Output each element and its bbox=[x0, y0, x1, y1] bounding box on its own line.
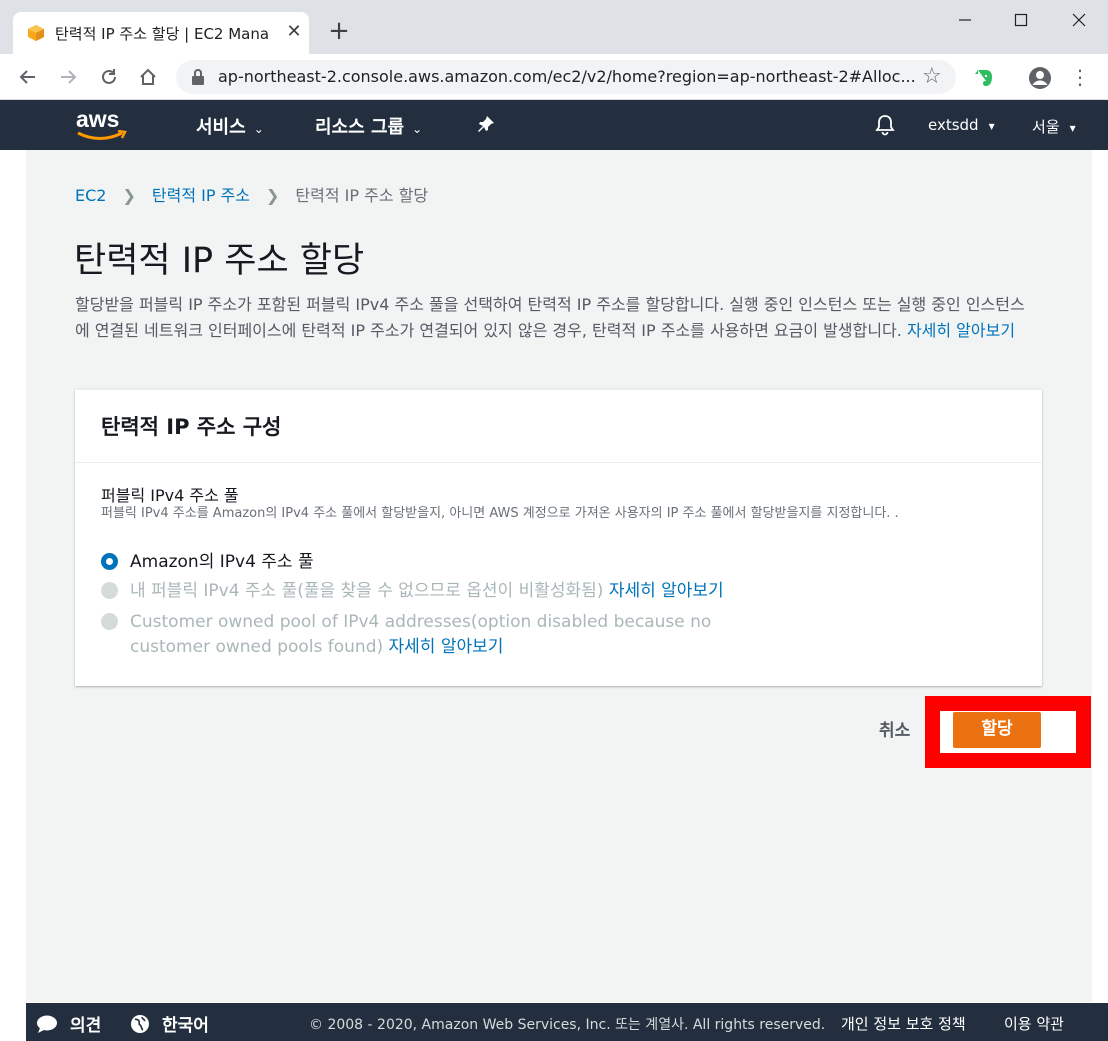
learn-more-link[interactable]: 자세히 알아보기 bbox=[609, 581, 724, 601]
services-menu[interactable]: 서비스 ⌄ bbox=[196, 113, 264, 139]
copyright-text: © 2008 - 2020, Amazon Web Services, Inc.… bbox=[309, 1017, 826, 1033]
address-bar[interactable]: ap-northeast-2.console.aws.amazon.com/ec… bbox=[176, 60, 956, 94]
region-menu[interactable]: 서울 ▾ bbox=[1032, 116, 1076, 137]
learn-more-link[interactable]: 자세히 알아보기 bbox=[389, 637, 504, 657]
pin-icon[interactable] bbox=[477, 115, 495, 133]
chevron-down-icon: ▾ bbox=[988, 119, 995, 133]
minimize-icon[interactable] bbox=[942, 6, 988, 34]
chevron-down-icon: ⌄ bbox=[253, 122, 264, 136]
profile-avatar-icon[interactable] bbox=[1028, 66, 1052, 90]
breadcrumb: EC2 ❯ 탄력적 IP 주소 ❯ 탄력적 IP 주소 할당 bbox=[75, 182, 428, 206]
allocate-button[interactable]: 할당 bbox=[953, 712, 1041, 748]
resource-groups-menu[interactable]: 리소스 그룹 ⌄ bbox=[315, 113, 422, 139]
description-text: 할당받을 퍼블릭 IP 주소가 포함된 퍼블릭 IPv4 주소 풀을 선택하여 … bbox=[75, 295, 1025, 340]
aws-cube-favicon-icon bbox=[28, 25, 44, 41]
evernote-extension-icon[interactable] bbox=[972, 66, 996, 90]
field-description: 퍼블릭 IPv4 주소를 Amazon의 IPv4 주소 풀에서 할당받을지, … bbox=[101, 506, 899, 521]
breadcrumb-current: 탄력적 IP 주소 할당 bbox=[295, 186, 429, 205]
panel-title: 탄력적 IP 주소 구성 bbox=[101, 415, 282, 439]
language-selector[interactable]: 한국어 bbox=[130, 1011, 209, 1036]
cancel-button[interactable]: 취소 bbox=[879, 716, 910, 741]
maximize-icon[interactable] bbox=[998, 6, 1044, 34]
globe-icon bbox=[131, 1014, 149, 1033]
radio-label: Amazon의 IPv4 주소 풀 bbox=[130, 552, 314, 572]
radio-amazon-pool[interactable]: Amazon의 IPv4 주소 풀 bbox=[101, 550, 314, 575]
language-label: 한국어 bbox=[162, 1016, 209, 1036]
resource-groups-label: 리소스 그룹 bbox=[315, 117, 405, 138]
lock-icon bbox=[192, 69, 204, 85]
radio-disabled-icon bbox=[101, 582, 118, 599]
elastic-ip-settings-panel: 탄력적 IP 주소 구성 퍼블릭 IPv4 주소 풀 퍼블릭 IPv4 주소를 … bbox=[75, 389, 1042, 686]
browser-tab-bar: 탄력적 IP 주소 할당 | EC2 Mana ✕ + bbox=[0, 0, 1108, 54]
radio-label-disabled: 내 퍼블릭 IPv4 주소 풀(풀을 찾을 수 없으므로 옵션이 비활성화됨) … bbox=[130, 579, 724, 604]
account-label: extsdd bbox=[928, 116, 979, 134]
feedback-button[interactable]: 의견 bbox=[36, 1011, 101, 1036]
chevron-down-icon: ▾ bbox=[1069, 121, 1076, 135]
region-label: 서울 bbox=[1032, 118, 1060, 136]
browser-tab[interactable]: 탄력적 IP 주소 할당 | EC2 Mana ✕ bbox=[13, 12, 309, 54]
chevron-right-icon: ❯ bbox=[122, 186, 136, 205]
page-description: 할당받을 퍼블릭 IP 주소가 포함된 퍼블릭 IPv4 주소 풀을 선택하여 … bbox=[75, 292, 1035, 344]
tab-close-icon[interactable]: ✕ bbox=[283, 21, 305, 43]
new-tab-button[interactable]: + bbox=[325, 18, 353, 46]
close-window-icon[interactable] bbox=[1056, 6, 1102, 34]
footer: 의견 한국어 © 2008 - 2020, Amazon Web Service… bbox=[26, 1003, 1108, 1041]
terms-link[interactable]: 이용 약관 bbox=[1004, 1013, 1064, 1034]
forward-icon[interactable] bbox=[55, 64, 81, 90]
bell-icon[interactable] bbox=[874, 114, 896, 136]
page-left-margin bbox=[0, 150, 26, 1041]
radio-my-pool: 내 퍼블릭 IPv4 주소 풀(풀을 찾을 수 없으므로 옵션이 비활성화됨) … bbox=[101, 579, 724, 604]
account-menu[interactable]: extsdd ▾ bbox=[928, 116, 995, 134]
radio-disabled-icon bbox=[101, 613, 118, 630]
chevron-down-icon: ⌄ bbox=[412, 122, 423, 136]
panel-header: 탄력적 IP 주소 구성 bbox=[75, 390, 1042, 463]
speech-bubble-icon bbox=[37, 1015, 57, 1033]
services-label: 서비스 bbox=[196, 117, 246, 138]
aws-top-nav: aws 서비스 ⌄ 리소스 그룹 ⌄ extsdd ▾ 서울 ▾ bbox=[0, 100, 1108, 150]
breadcrumb-ec2[interactable]: EC2 bbox=[75, 186, 106, 205]
tab-title: 탄력적 IP 주소 할당 | EC2 Mana bbox=[55, 25, 270, 43]
page-title: 탄력적 IP 주소 할당 bbox=[74, 241, 365, 281]
breadcrumb-elastic-ip[interactable]: 탄력적 IP 주소 bbox=[152, 186, 250, 205]
back-icon[interactable] bbox=[15, 64, 41, 90]
privacy-link[interactable]: 개인 정보 보호 정책 bbox=[841, 1013, 966, 1034]
url-text: ap-northeast-2.console.aws.amazon.com/ec… bbox=[218, 67, 916, 86]
radio-selected-icon[interactable] bbox=[101, 553, 118, 570]
chevron-right-icon: ❯ bbox=[266, 186, 280, 205]
radio-label-text: 내 퍼블릭 IPv4 주소 풀(풀을 찾을 수 없으므로 옵션이 비활성화됨) bbox=[130, 581, 604, 601]
feedback-label: 의견 bbox=[70, 1016, 102, 1036]
radio-customer-owned-pool: Customer owned pool of IPv4 addresses(op… bbox=[101, 610, 781, 660]
reload-icon[interactable] bbox=[96, 64, 122, 90]
browser-menu-icon[interactable]: ⋮ bbox=[1068, 66, 1092, 90]
bookmark-star-icon[interactable]: ☆ bbox=[922, 64, 942, 89]
aws-logo[interactable]: aws bbox=[76, 106, 130, 142]
home-icon[interactable] bbox=[135, 64, 161, 90]
radio-label-disabled: Customer owned pool of IPv4 addresses(op… bbox=[130, 610, 770, 660]
aws-smile-icon bbox=[77, 130, 127, 140]
field-label: 퍼블릭 IPv4 주소 풀 bbox=[101, 486, 239, 505]
main-content: EC2 ❯ 탄력적 IP 주소 ❯ 탄력적 IP 주소 할당 탄력적 IP 주소 할당 … bbox=[26, 150, 1092, 1002]
learn-more-link[interactable]: 자세히 알아보기 bbox=[907, 321, 1015, 340]
browser-toolbar: ap-northeast-2.console.aws.amazon.com/ec… bbox=[0, 54, 1108, 100]
